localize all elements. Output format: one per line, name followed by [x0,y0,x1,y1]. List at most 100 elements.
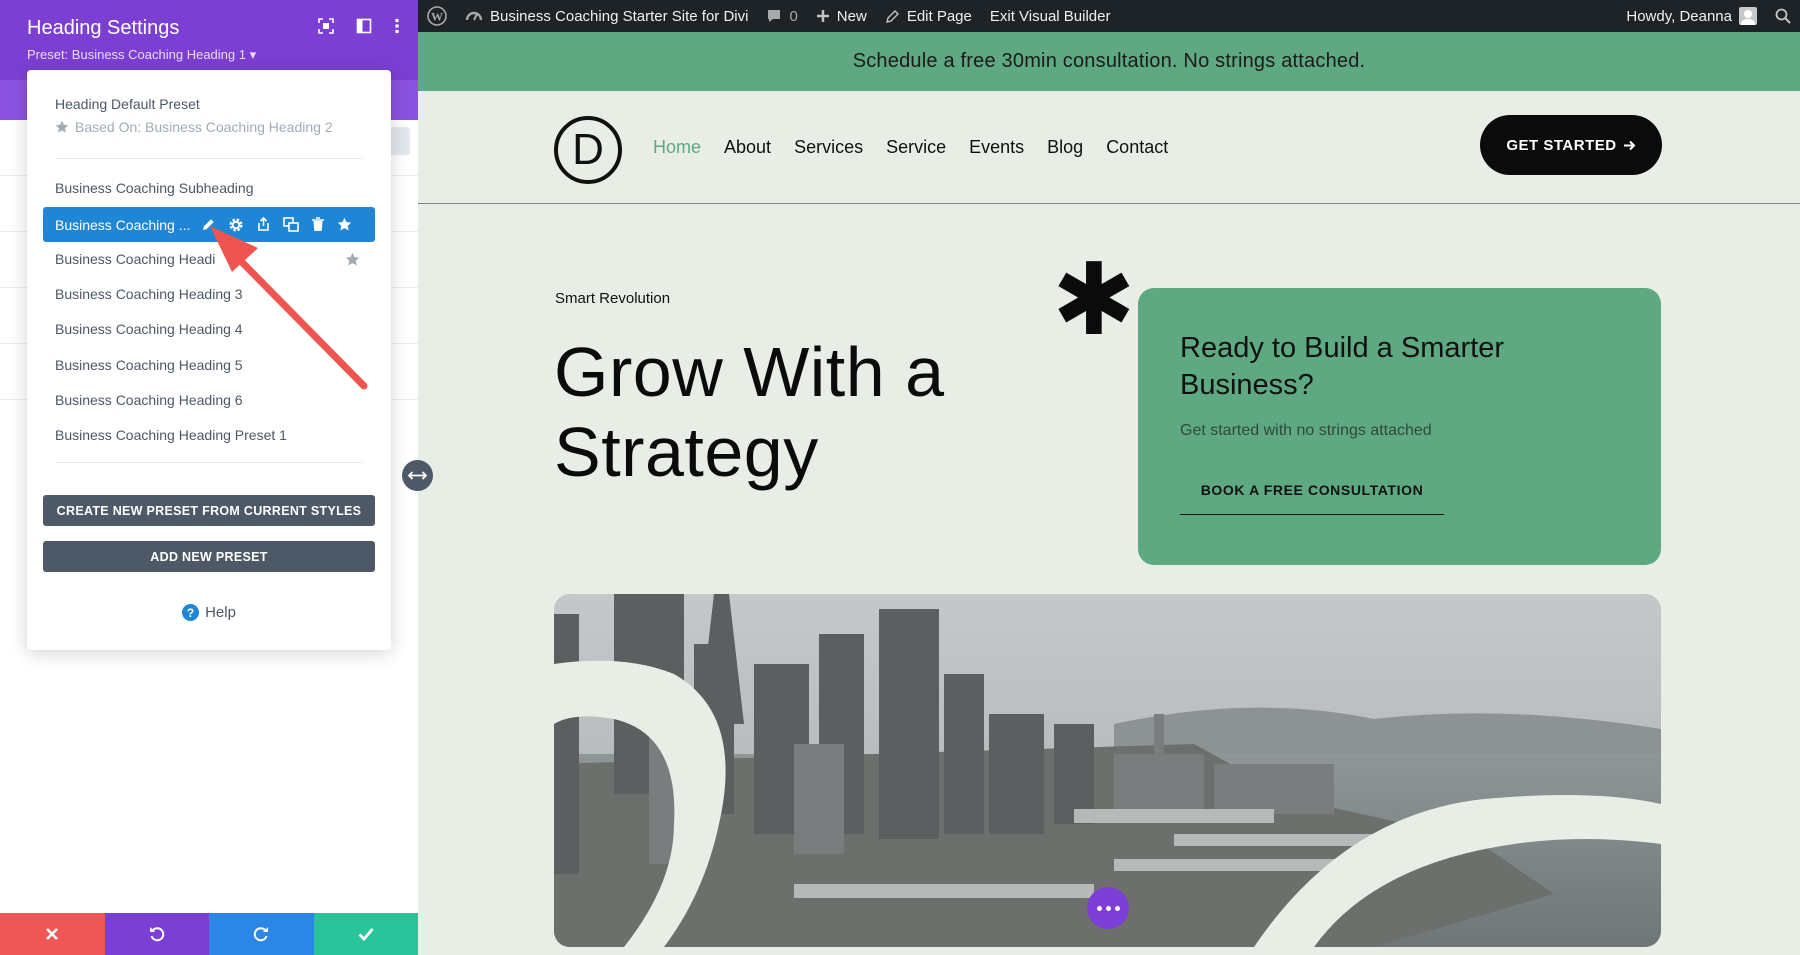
edit-page-link[interactable]: Edit Page [876,0,981,32]
get-started-button[interactable]: GET STARTED [1480,115,1662,175]
site-name: Business Coaching Starter Site for Divi [490,7,749,25]
menu-item-blog[interactable]: Blog [1047,137,1083,158]
comments-count: 0 [789,7,798,25]
based-on-text: Based On: Business Coaching Heading 2 [75,119,333,135]
menu-item-events[interactable]: Events [969,137,1024,158]
duplicate-icon[interactable] [283,216,299,233]
hero-eyebrow: Smart Revolution [555,290,671,307]
preset-item-heading-5[interactable]: Business Coaching Heading 5 [55,357,243,373]
panel-header-icons [318,18,400,34]
avatar [1739,7,1757,25]
panel-title: Heading Settings [27,17,180,39]
redo-button[interactable] [209,913,314,955]
hero-heading[interactable]: Grow With a Strategy [554,332,1014,492]
page-preview: Schedule a free 30min consultation. No s… [418,32,1800,955]
menu-item-home[interactable]: Home [653,137,701,158]
new-content-link[interactable]: New [807,0,876,32]
preset-item-heading-3[interactable]: Business Coaching Heading 3 [55,286,243,302]
cta-text: Get started with no strings attached [1180,422,1432,439]
exit-label: Exit Visual Builder [989,7,1111,25]
site-header: D Home About Services Service Events Blo… [418,91,1800,204]
add-preset-button[interactable]: ADD NEW PRESET [43,541,375,572]
panel-action-bar [0,913,418,955]
default-star-icon[interactable] [345,252,360,272]
exit-visual-builder-link[interactable]: Exit Visual Builder [981,0,1120,32]
active-preset-label: Business Coaching ... [55,216,191,233]
wordpress-logo-icon: W [427,6,447,26]
trash-icon[interactable] [311,216,325,233]
dot-icon [1096,905,1102,911]
book-consultation-button[interactable]: BOOK A FREE CONSULTATION [1180,465,1444,515]
resize-arrows-icon [408,471,427,480]
comment-icon [768,10,781,22]
preset-dropdown: Heading Default Preset Based On: Busines… [27,70,391,650]
site-logo[interactable]: D [554,116,622,184]
kebab-menu-icon[interactable] [394,18,400,34]
edit-pencil-icon[interactable] [201,217,216,233]
create-preset-button[interactable]: CREATE NEW PRESET FROM CURRENT STYLES [43,495,375,526]
undo-icon [149,927,164,942]
star-filled-icon[interactable] [337,217,352,233]
undo-button[interactable] [104,913,209,955]
pencil-icon [885,9,899,23]
cta-title: Ready to Build a Smarter Business? [1180,332,1504,401]
preset-item-heading-6[interactable]: Business Coaching Heading 6 [55,392,243,408]
cta-card: Ready to Build a Smarter Business? Get s… [1138,288,1661,565]
account-menu[interactable]: Howdy, Deanna [1617,0,1766,32]
save-button[interactable] [313,913,418,955]
help-label: Help [205,604,236,621]
menu-item-contact[interactable]: Contact [1106,137,1168,158]
hero-line-2: Strategy [554,413,819,491]
arrow-right-icon [1623,140,1636,150]
based-on-line: Based On: Business Coaching Heading 2 [55,119,333,135]
star-icon [55,120,69,133]
promo-bar: Schedule a free 30min consultation. No s… [418,32,1800,91]
menu-item-about[interactable]: About [724,137,771,158]
gear-icon[interactable] [228,217,244,233]
panel-resize-handle[interactable] [402,460,433,491]
edit-page-label: Edit Page [906,7,972,25]
more-options-button[interactable] [1087,887,1129,929]
get-started-label: GET STARTED [1506,136,1617,154]
main-menu: Home About Services Service Events Blog … [653,137,1168,158]
default-preset-item[interactable]: Heading Default Preset [55,96,200,112]
preset-item-active[interactable]: Business Coaching ... [43,207,375,242]
logo-letter: D [572,125,604,174]
checkmark-icon [358,928,374,941]
hero-line-1: Grow With a [554,333,945,411]
comments-link[interactable]: 0 [757,0,806,32]
site-name-link[interactable]: Business Coaching Starter Site for Divi [456,0,757,32]
fullscreen-icon[interactable] [318,18,334,34]
howdy-text: Howdy, Deanna [1626,7,1732,25]
admin-search[interactable] [1766,0,1800,32]
divider [55,462,363,463]
discard-button[interactable] [0,913,105,955]
divider [55,158,363,159]
redo-icon [254,927,269,942]
split-view-icon[interactable] [356,18,372,34]
help-icon: ? [182,604,200,621]
plus-icon [816,10,829,22]
menu-item-services[interactable]: Services [794,137,863,158]
wordpress-menu[interactable]: W [418,0,456,32]
help-link[interactable]: ? Help [27,604,391,621]
preset-item-heading-4[interactable]: Business Coaching Heading 4 [55,321,243,337]
export-icon[interactable] [256,216,271,233]
menu-item-service[interactable]: Service [886,137,946,158]
dot-icon [1105,905,1111,911]
preset-item-preset-1[interactable]: Business Coaching Heading Preset 1 [55,427,287,443]
preset-item-heading-1[interactable]: Business Coaching Headi [55,251,215,267]
new-label: New [836,7,867,25]
preset-item-subheading[interactable]: Business Coaching Subheading [55,180,253,196]
search-icon [1775,8,1791,24]
asterisk-decoration: ✱ [1052,244,1136,356]
dashboard-icon [465,11,483,21]
svg-text:W: W [431,10,443,24]
wp-admin-bar: W Business Coaching Starter Site for Div… [418,0,1800,32]
preset-tools [201,216,352,233]
settings-panel: Heading Settings Preset: Business Coachi… [0,0,418,955]
dot-icon [1114,905,1120,911]
preset-selector[interactable]: Preset: Business Coaching Heading 1 ▾ [27,47,256,63]
promo-text: Schedule a free 30min consultation. No s… [852,50,1366,72]
close-icon [46,928,59,940]
